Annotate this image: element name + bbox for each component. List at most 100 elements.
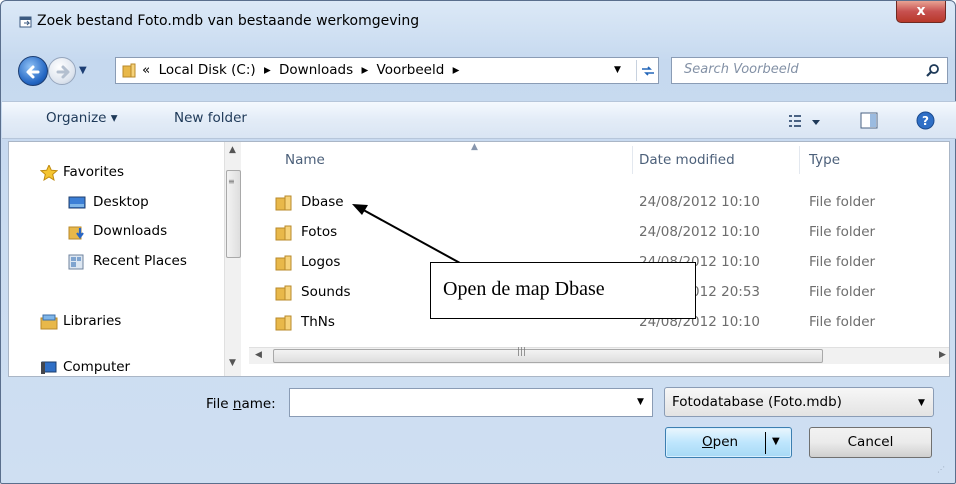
column-header-date[interactable]: Date modified [639, 152, 735, 168]
file-date: 24/08/2012 10:10 [639, 194, 761, 210]
folder-icon [275, 225, 292, 241]
folder-icon [275, 195, 292, 211]
breadcrumb-overflow[interactable]: « [142, 62, 150, 78]
breadcrumb-voorbeeld[interactable]: Voorbeeld [377, 62, 445, 78]
breadcrumb-separator[interactable]: ▸ [361, 62, 368, 78]
file-name-label: File name: [206, 396, 276, 412]
search-input[interactable]: Search Voorbeeld [684, 62, 799, 77]
forward-button[interactable] [48, 57, 76, 85]
libraries-icon [40, 314, 58, 330]
address-dropdown-icon[interactable]: ▼ [614, 65, 621, 75]
file-name: Dbase [301, 194, 344, 210]
back-arrow-icon [26, 65, 40, 79]
computer-icon [41, 361, 57, 374]
open-accesskey: O [702, 434, 713, 450]
preview-pane-icon[interactable] [860, 112, 878, 129]
change-view-icon[interactable] [787, 112, 823, 130]
breadcrumb-separator[interactable]: ▸ [453, 62, 460, 78]
chevron-down-icon[interactable]: ▼ [918, 398, 925, 408]
scroll-grip-icon: ≡ [228, 177, 235, 186]
file-type-filter-value: Fotodatabase (Foto.mdb) [672, 394, 842, 410]
nav-item-label: Favorites [63, 164, 124, 180]
file-row-dbase[interactable]: Dbase 24/08/2012 10:10 File folder [269, 189, 949, 219]
nav-item-label: Desktop [93, 194, 149, 210]
forward-arrow-icon [56, 65, 70, 79]
search-box[interactable]: Search Voorbeeld [671, 57, 948, 84]
search-icon[interactable] [925, 63, 941, 79]
file-name: Logos [301, 254, 341, 270]
dialog-icon [19, 16, 32, 28]
star-icon [40, 165, 58, 181]
file-name: ThNs [301, 314, 335, 330]
recent-locations-dropdown[interactable]: ▼ [79, 65, 91, 77]
file-name-label-part: ame: [241, 396, 276, 412]
open-options-dropdown-icon[interactable]: ▼ [772, 436, 780, 447]
content-area: Favorites Desktop Downloads Recent Place… [8, 141, 950, 377]
title-bar[interactable]: Zoek bestand Foto.mdb van bestaande werk… [1, 1, 955, 43]
file-name-label-part: File [206, 396, 233, 412]
file-type: File folder [809, 284, 876, 300]
file-row-fotos[interactable]: Fotos 24/08/2012 10:10 File folder [269, 219, 949, 249]
folder-icon [275, 285, 292, 301]
column-divider[interactable] [799, 146, 800, 174]
back-button[interactable] [18, 56, 48, 86]
file-name: Sounds [301, 284, 351, 300]
command-toolbar: Organize ▾ New folder ? [2, 101, 956, 139]
scroll-right-icon[interactable]: ▶ [939, 350, 946, 360]
open-button-label: Open [702, 434, 738, 450]
navigation-bar: ▼ « Local Disk (C:) ▸ Downloads ▸ Voorbe… [11, 51, 948, 91]
callout-text: Open de map Dbase [443, 278, 605, 300]
file-type: File folder [809, 314, 876, 330]
open-file-dialog: Zoek bestand Foto.mdb van bestaande werk… [0, 0, 956, 484]
column-header-type[interactable]: Type [809, 152, 840, 168]
navigation-pane: Favorites Desktop Downloads Recent Place… [9, 142, 246, 376]
open-button[interactable]: Open ▼ [665, 427, 792, 458]
file-name: Fotos [301, 224, 338, 240]
scroll-up-icon[interactable]: ▲ [229, 145, 236, 155]
nav-item-label: Libraries [63, 313, 122, 329]
file-type: File folder [809, 224, 876, 240]
refresh-button[interactable] [636, 60, 658, 81]
scroll-down-icon[interactable]: ▼ [229, 358, 236, 368]
close-button[interactable]: x [896, 1, 946, 23]
window-title: Zoek bestand Foto.mdb van bestaande werk… [37, 13, 420, 29]
split-divider [765, 432, 766, 454]
nav-item-label: Downloads [93, 223, 168, 239]
folder-icon [275, 315, 292, 331]
help-icon[interactable]: ? [916, 111, 935, 130]
address-bar[interactable]: « Local Disk (C:) ▸ Downloads ▸ Voorbeel… [115, 57, 659, 84]
file-list: Name ▲ Date modified Type Dbase 24/08/20… [249, 142, 949, 376]
breadcrumb: « Local Disk (C:) ▸ Downloads ▸ Voorbeel… [142, 62, 463, 78]
svg-text:?: ? [922, 114, 929, 128]
desktop-icon [68, 196, 86, 209]
breadcrumb-separator[interactable]: ▸ [264, 62, 271, 78]
downloads-folder-icon [68, 226, 84, 240]
file-type-filter[interactable]: Fotodatabase (Foto.mdb) ▼ [664, 387, 934, 417]
folder-icon [122, 63, 136, 78]
scrollbar-thumb[interactable] [273, 349, 823, 363]
breadcrumb-local-disk[interactable]: Local Disk (C:) [159, 62, 256, 78]
horizontal-scrollbar[interactable]: ◀ ||| ▶ [249, 347, 949, 364]
resize-grip-icon[interactable]: ⋰ [937, 465, 945, 474]
nav-item-label: Computer [63, 359, 131, 375]
chevron-down-icon[interactable]: ▼ [637, 397, 644, 407]
file-date: 24/08/2012 10:10 [639, 224, 761, 240]
open-label-rest: pen [712, 434, 739, 450]
scroll-grip-icon: ||| [517, 347, 527, 357]
scroll-left-icon[interactable]: ◀ [255, 350, 262, 360]
file-name-field[interactable]: ▼ [289, 388, 653, 417]
breadcrumb-downloads[interactable]: Downloads [279, 62, 353, 78]
new-folder-button[interactable]: New folder [174, 110, 247, 126]
cancel-button[interactable]: Cancel [809, 427, 932, 458]
recent-places-icon [68, 254, 84, 270]
nav-item-label: Recent Places [93, 253, 187, 269]
file-type: File folder [809, 194, 876, 210]
column-header-name[interactable]: Name [285, 152, 325, 168]
organize-menu[interactable]: Organize ▾ [46, 110, 118, 126]
file-type: File folder [809, 254, 876, 270]
column-divider[interactable] [632, 146, 633, 174]
refresh-icon [641, 66, 654, 76]
dialog-footer: File name: ▼ Fotodatabase (Foto.mdb) ▼ O… [1, 379, 955, 483]
navigation-scrollbar[interactable]: ▲ ≡ ▼ [224, 142, 241, 376]
sort-ascending-icon: ▲ [471, 142, 478, 152]
